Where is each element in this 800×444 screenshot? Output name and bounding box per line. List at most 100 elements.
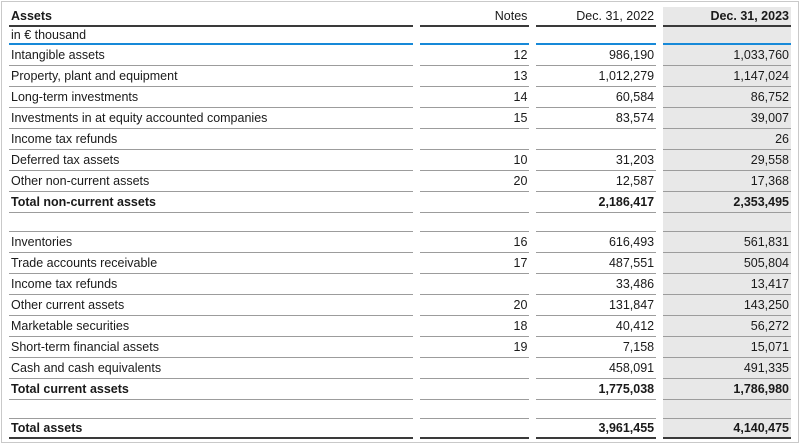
note-cell — [420, 192, 530, 213]
row-label: Trade accounts receivable — [9, 253, 413, 274]
value-2022-cell: 7,158 — [536, 337, 656, 358]
row-label: Other current assets — [9, 295, 413, 316]
value-2022-cell: 40,412 — [536, 316, 656, 337]
value-2023-cell: 56,272 — [663, 316, 791, 337]
note-cell: 20 — [420, 295, 530, 316]
value-2022-cell — [536, 213, 656, 232]
note-cell: 14 — [420, 87, 530, 108]
table-row: Inventories 16 616,493 561,831 — [9, 232, 791, 253]
value-2022-cell: 83,574 — [536, 108, 656, 129]
spacer-row — [9, 213, 791, 232]
table-row: Income tax refunds 26 — [9, 129, 791, 150]
unit-row-2022-cell — [536, 27, 656, 45]
table-row: Other current assets 20 131,847 143,250 — [9, 295, 791, 316]
value-2023-cell: 26 — [663, 129, 791, 150]
value-2023-cell: 17,368 — [663, 171, 791, 192]
value-2023-cell: 39,007 — [663, 108, 791, 129]
value-2023-cell: 143,250 — [663, 295, 791, 316]
row-label: Income tax refunds — [9, 129, 413, 150]
value-2023-cell: 561,831 — [663, 232, 791, 253]
unit-row-2023-cell — [663, 27, 791, 45]
table-row: Income tax refunds33,48613,417 — [9, 274, 791, 295]
value-2023-cell: 1,147,024 — [663, 66, 791, 87]
table-row: Investments in at equity accounted compa… — [9, 108, 791, 129]
note-cell — [420, 213, 530, 232]
row-label: Intangible assets — [9, 45, 413, 66]
row-label: Investments in at equity accounted compa… — [9, 108, 413, 129]
table-row: Long-term investments 14 60,584 86,752 — [9, 87, 791, 108]
row-label — [9, 213, 413, 232]
table-row: Trade accounts receivable 17 487,551 505,80… — [9, 253, 791, 274]
row-label — [9, 400, 413, 419]
value-2023-cell: 4,140,475 — [663, 419, 791, 439]
note-cell: 16 — [420, 232, 530, 253]
row-label: Property, plant and equipment — [9, 66, 413, 87]
table-row: Total assets 3,961,455 4,140,475 — [9, 419, 791, 439]
table-header-row: Assets Notes Dec. 31, 2022 Dec. 31, 2023 — [9, 7, 791, 27]
table-row: Intangible assets 12 986,190 1,033,760 — [9, 45, 791, 66]
value-2023-cell: 505,804 — [663, 253, 791, 274]
unit-label: in € thousand — [9, 27, 413, 45]
value-2022-cell: 616,493 — [536, 232, 656, 253]
value-2022-cell: 12,587 — [536, 171, 656, 192]
row-label: Total non-current assets — [9, 192, 413, 213]
value-2023-cell: 29,558 — [663, 150, 791, 171]
row-label: Deferred tax assets — [9, 150, 413, 171]
row-label: Inventories — [9, 232, 413, 253]
note-cell — [420, 129, 530, 150]
row-label: Cash and cash equivalents — [9, 358, 413, 379]
note-cell: 12 — [420, 45, 530, 66]
note-cell: 20 — [420, 171, 530, 192]
value-2023-cell: 86,752 — [663, 87, 791, 108]
row-label: Long-term investments — [9, 87, 413, 108]
value-2022-cell: 131,847 — [536, 295, 656, 316]
financial-statement-frame: Assets Notes Dec. 31, 2022 Dec. 31, 2023… — [1, 1, 799, 443]
note-cell — [420, 274, 530, 295]
row-label: Short-term financial assets — [9, 337, 413, 358]
note-cell — [420, 400, 530, 419]
unit-row-notes-cell — [420, 27, 530, 45]
value-2022-cell: 458,091 — [536, 358, 656, 379]
value-2022-cell: 60,584 — [536, 87, 656, 108]
note-cell: 13 — [420, 66, 530, 87]
column-header-notes: Notes — [420, 7, 530, 27]
table-row: Deferred tax assets 10 31,203 29,558 — [9, 150, 791, 171]
row-label: Total assets — [9, 419, 413, 439]
note-cell: 17 — [420, 253, 530, 274]
value-2022-cell: 2,186,417 — [536, 192, 656, 213]
note-cell: 15 — [420, 108, 530, 129]
table-row: Property, plant and equipment 13 1,012,279… — [9, 66, 791, 87]
note-cell — [420, 379, 530, 400]
table-row: Cash and cash equivalents458,091491,335 — [9, 358, 791, 379]
row-label: Total current assets — [9, 379, 413, 400]
row-label: Other non-current assets — [9, 171, 413, 192]
value-2023-cell: 2,353,495 — [663, 192, 791, 213]
spacer-row — [9, 400, 791, 419]
assets-balance-table: Assets Notes Dec. 31, 2022 Dec. 31, 2023… — [2, 7, 798, 439]
row-label: Marketable securities — [9, 316, 413, 337]
table-body: Intangible assets12986,1901,033,760Prope… — [9, 45, 791, 439]
table-row: Total current assets 1,775,038 1,786,980 — [9, 379, 791, 400]
value-2022-cell: 31,203 — [536, 150, 656, 171]
value-2023-cell: 13,417 — [663, 274, 791, 295]
table-row: Marketable securities 18 40,412 56,272 — [9, 316, 791, 337]
note-cell: 19 — [420, 337, 530, 358]
column-header-assets: Assets — [9, 7, 413, 27]
note-cell — [420, 358, 530, 379]
value-2022-cell: 1,775,038 — [536, 379, 656, 400]
column-header-dec-31-2023: Dec. 31, 2023 — [663, 7, 791, 27]
value-2022-cell: 986,190 — [536, 45, 656, 66]
table-row: Total non-current assets 2,186,417 2,353,4… — [9, 192, 791, 213]
value-2023-cell — [663, 400, 791, 419]
value-2023-cell: 1,786,980 — [663, 379, 791, 400]
table-row: Short-term financial assets197,15815,071 — [9, 337, 791, 358]
value-2022-cell: 3,961,455 — [536, 419, 656, 439]
value-2022-cell: 33,486 — [536, 274, 656, 295]
note-cell: 10 — [420, 150, 530, 171]
value-2023-cell: 1,033,760 — [663, 45, 791, 66]
value-2022-cell: 487,551 — [536, 253, 656, 274]
note-cell: 18 — [420, 316, 530, 337]
unit-row: in € thousand — [9, 27, 791, 45]
value-2022-cell — [536, 400, 656, 419]
value-2022-cell: 1,012,279 — [536, 66, 656, 87]
